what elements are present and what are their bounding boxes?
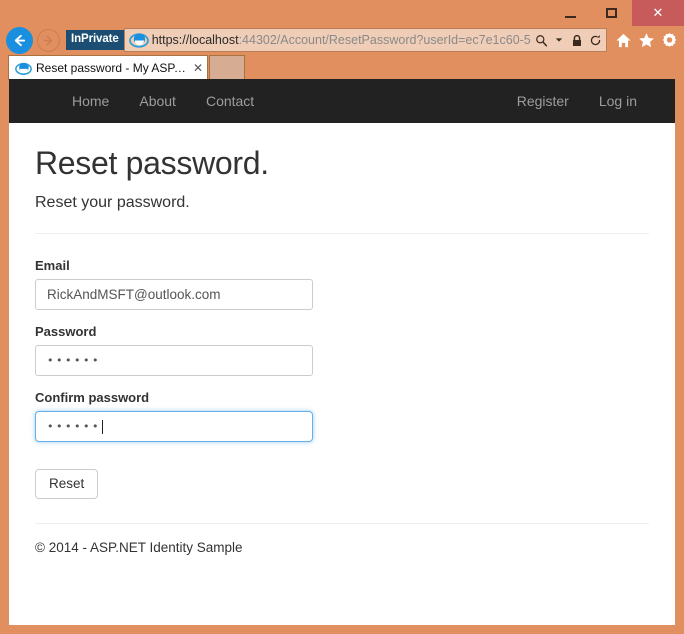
back-button[interactable] <box>6 26 33 54</box>
reset-button[interactable]: Reset <box>35 469 99 499</box>
tab-strip: Reset password - My ASP.N... ✕ <box>8 54 684 80</box>
field-password: Password •••••• <box>35 324 659 376</box>
text-cursor <box>101 419 103 434</box>
email-label: Email <box>35 258 70 273</box>
confirm-password-input[interactable]: •••••• <box>35 411 313 442</box>
password-input-value: •••••• <box>47 354 101 367</box>
tab-close-icon[interactable]: ✕ <box>193 62 203 74</box>
forward-arrow-icon <box>43 35 53 45</box>
inprivate-badge: InPrivate <box>66 29 124 51</box>
browser-toolbar: InPrivate https://localhost:44302/Accoun… <box>0 24 684 56</box>
navbar-left-links: Home About Contact <box>57 79 269 123</box>
nav-link-login[interactable]: Log in <box>584 79 652 123</box>
close-icon: ✕ <box>652 5 664 21</box>
nav-link-contact[interactable]: Contact <box>191 79 269 123</box>
browser-tab-active[interactable]: Reset password - My ASP.N... ✕ <box>8 55 208 80</box>
footer-divider <box>35 522 649 524</box>
url-text: https://localhost:44302/Account/ResetPas… <box>151 33 531 47</box>
email-input[interactable]: RickAndMSFT@outlook.com <box>35 279 313 310</box>
chevron-down-icon[interactable] <box>551 30 567 50</box>
nav-link-home[interactable]: Home <box>57 79 124 123</box>
nav-link-register[interactable]: Register <box>502 79 584 123</box>
close-window-button[interactable]: ✕ <box>632 0 684 26</box>
maximize-button[interactable] <box>591 0 632 26</box>
minimize-button[interactable] <box>550 0 591 26</box>
new-tab-button[interactable] <box>209 55 245 80</box>
field-email: Email RickAndMSFT@outlook.com <box>35 258 659 310</box>
confirm-password-label: Confirm password <box>35 390 150 405</box>
search-icon[interactable] <box>533 30 549 50</box>
footer-text: © 2014 - ASP.NET Identity Sample <box>35 539 243 555</box>
navbar-right-links: Register Log in <box>502 79 652 123</box>
content-divider <box>35 233 649 234</box>
password-label: Password <box>35 324 97 339</box>
nav-link-about[interactable]: About <box>124 79 191 123</box>
maximize-icon <box>606 8 617 18</box>
home-icon[interactable] <box>614 31 632 49</box>
tab-favicon-ie-icon <box>15 60 32 77</box>
address-bar[interactable]: https://localhost:44302/Account/ResetPas… <box>123 28 607 52</box>
tab-title: Reset password - My ASP.N... <box>36 61 187 75</box>
minimize-icon <box>565 15 576 18</box>
ie-logo-icon <box>128 30 149 50</box>
page-content: Reset password. Reset your password. Ema… <box>9 145 675 555</box>
back-arrow-icon <box>14 34 26 46</box>
lock-icon[interactable] <box>569 30 585 50</box>
password-input[interactable]: •••••• <box>35 345 313 376</box>
reset-password-form: Email RickAndMSFT@outlook.com Password •… <box>35 258 659 499</box>
confirm-password-input-value: •••••• <box>47 420 101 433</box>
field-confirm-password: Confirm password •••••• <box>35 390 659 442</box>
favorites-star-icon[interactable] <box>637 31 655 49</box>
title-bar: ✕ <box>0 0 684 26</box>
address-bar-icons <box>533 30 606 50</box>
browser-toolbar-icons <box>607 31 678 49</box>
page-viewport: Home About Contact Register Log in Reset… <box>9 79 675 625</box>
site-navbar: Home About Contact Register Log in <box>9 79 675 123</box>
page-subtitle: Reset your password. <box>35 194 190 211</box>
email-input-value: RickAndMSFT@outlook.com <box>47 287 221 302</box>
page-title: Reset password. <box>35 145 269 181</box>
settings-gear-icon[interactable] <box>660 31 678 49</box>
forward-button[interactable] <box>37 28 60 52</box>
browser-window: ✕ InPrivate https://localhost:44302/Acco… <box>0 0 684 634</box>
refresh-icon[interactable] <box>587 30 603 50</box>
